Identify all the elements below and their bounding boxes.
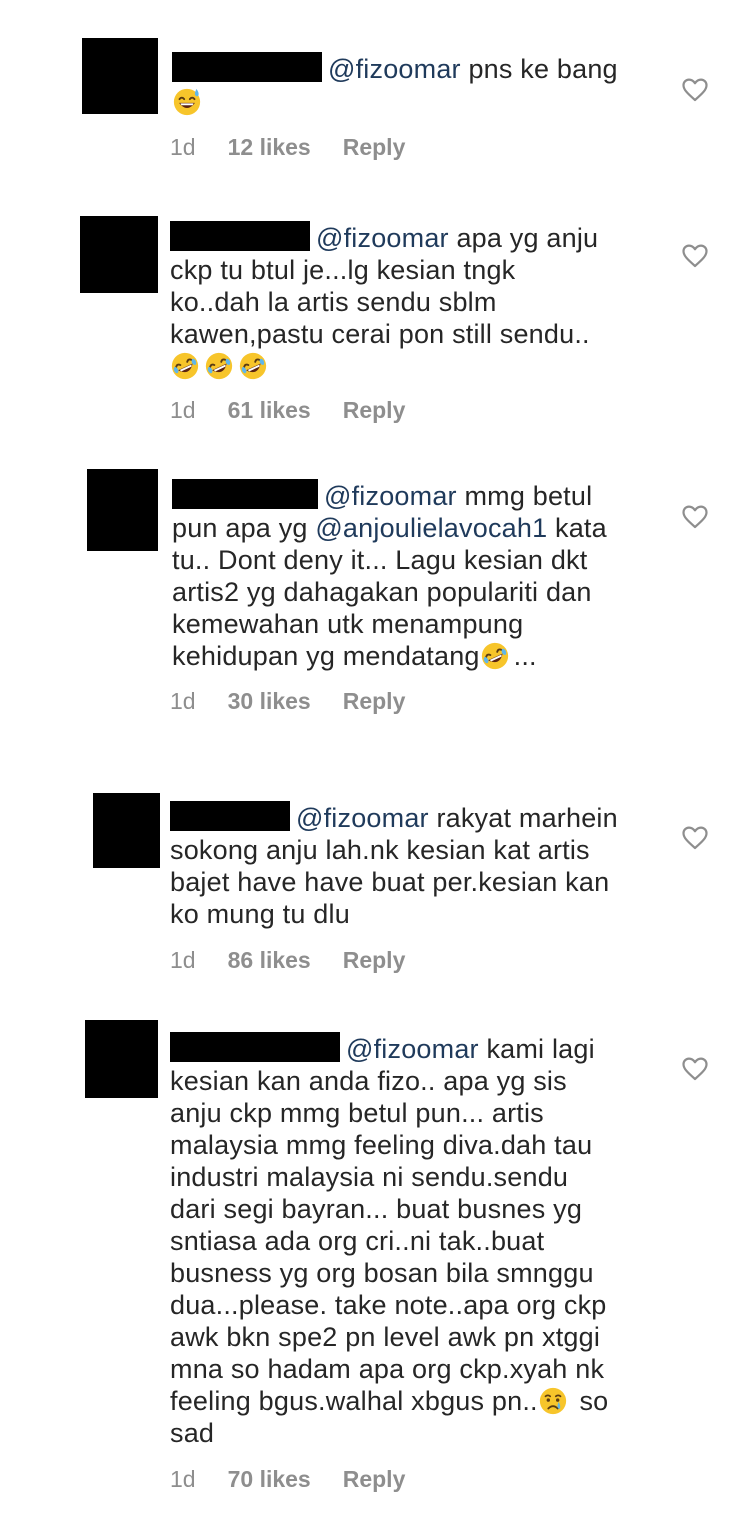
comment-body: dua...please. take note..apa org ckp: [170, 1290, 607, 1320]
heart-outline-icon[interactable]: [682, 1057, 708, 1081]
comment-body: anju ckp mmg betul pun... artis: [170, 1098, 544, 1128]
comment-time: 1d: [170, 1466, 196, 1492]
comment-body: sntiasa ada org cri..ni tak..buat: [170, 1226, 545, 1256]
comment-body: kesian kan anda fizo.. apa yg sis: [170, 1066, 567, 1096]
comment-item: @fizoomar kami lagi kesian kan anda fizo…: [0, 0, 750, 1530]
comment-body: dari segi bayran... buat busnes yg: [170, 1194, 583, 1224]
comment-body: industri malaysia ni sendu.sendu: [170, 1162, 569, 1192]
comment-body: so: [571, 1386, 609, 1416]
comment-body: awk bkn spe2 pn level awk pn xtggi: [170, 1322, 601, 1352]
redacted-username: [170, 1032, 340, 1062]
mention-link[interactable]: @fizoomar: [346, 1034, 479, 1064]
crying-face-emoji: [538, 1386, 568, 1416]
comment-body: busness yg org bosan bila smnggu: [170, 1258, 594, 1288]
comment-body: sad: [170, 1418, 215, 1448]
avatar[interactable]: [85, 1020, 158, 1098]
comment-body: kami lagi: [478, 1034, 595, 1064]
like-count[interactable]: 70 likes: [228, 1466, 311, 1492]
comment-body: mna so hadam apa org ckp.xyah nk: [170, 1354, 605, 1384]
comment-body: malaysia mmg feeling diva.dah tau: [170, 1130, 593, 1160]
comment-meta: 1d 70 likes Reply: [170, 1466, 405, 1493]
comment-body: feeling bgus.walhal xbgus pn..: [170, 1386, 538, 1416]
reply-button[interactable]: Reply: [343, 1466, 406, 1492]
comment-text: @fizoomar kami lagi kesian kan anda fizo…: [170, 1032, 650, 1449]
